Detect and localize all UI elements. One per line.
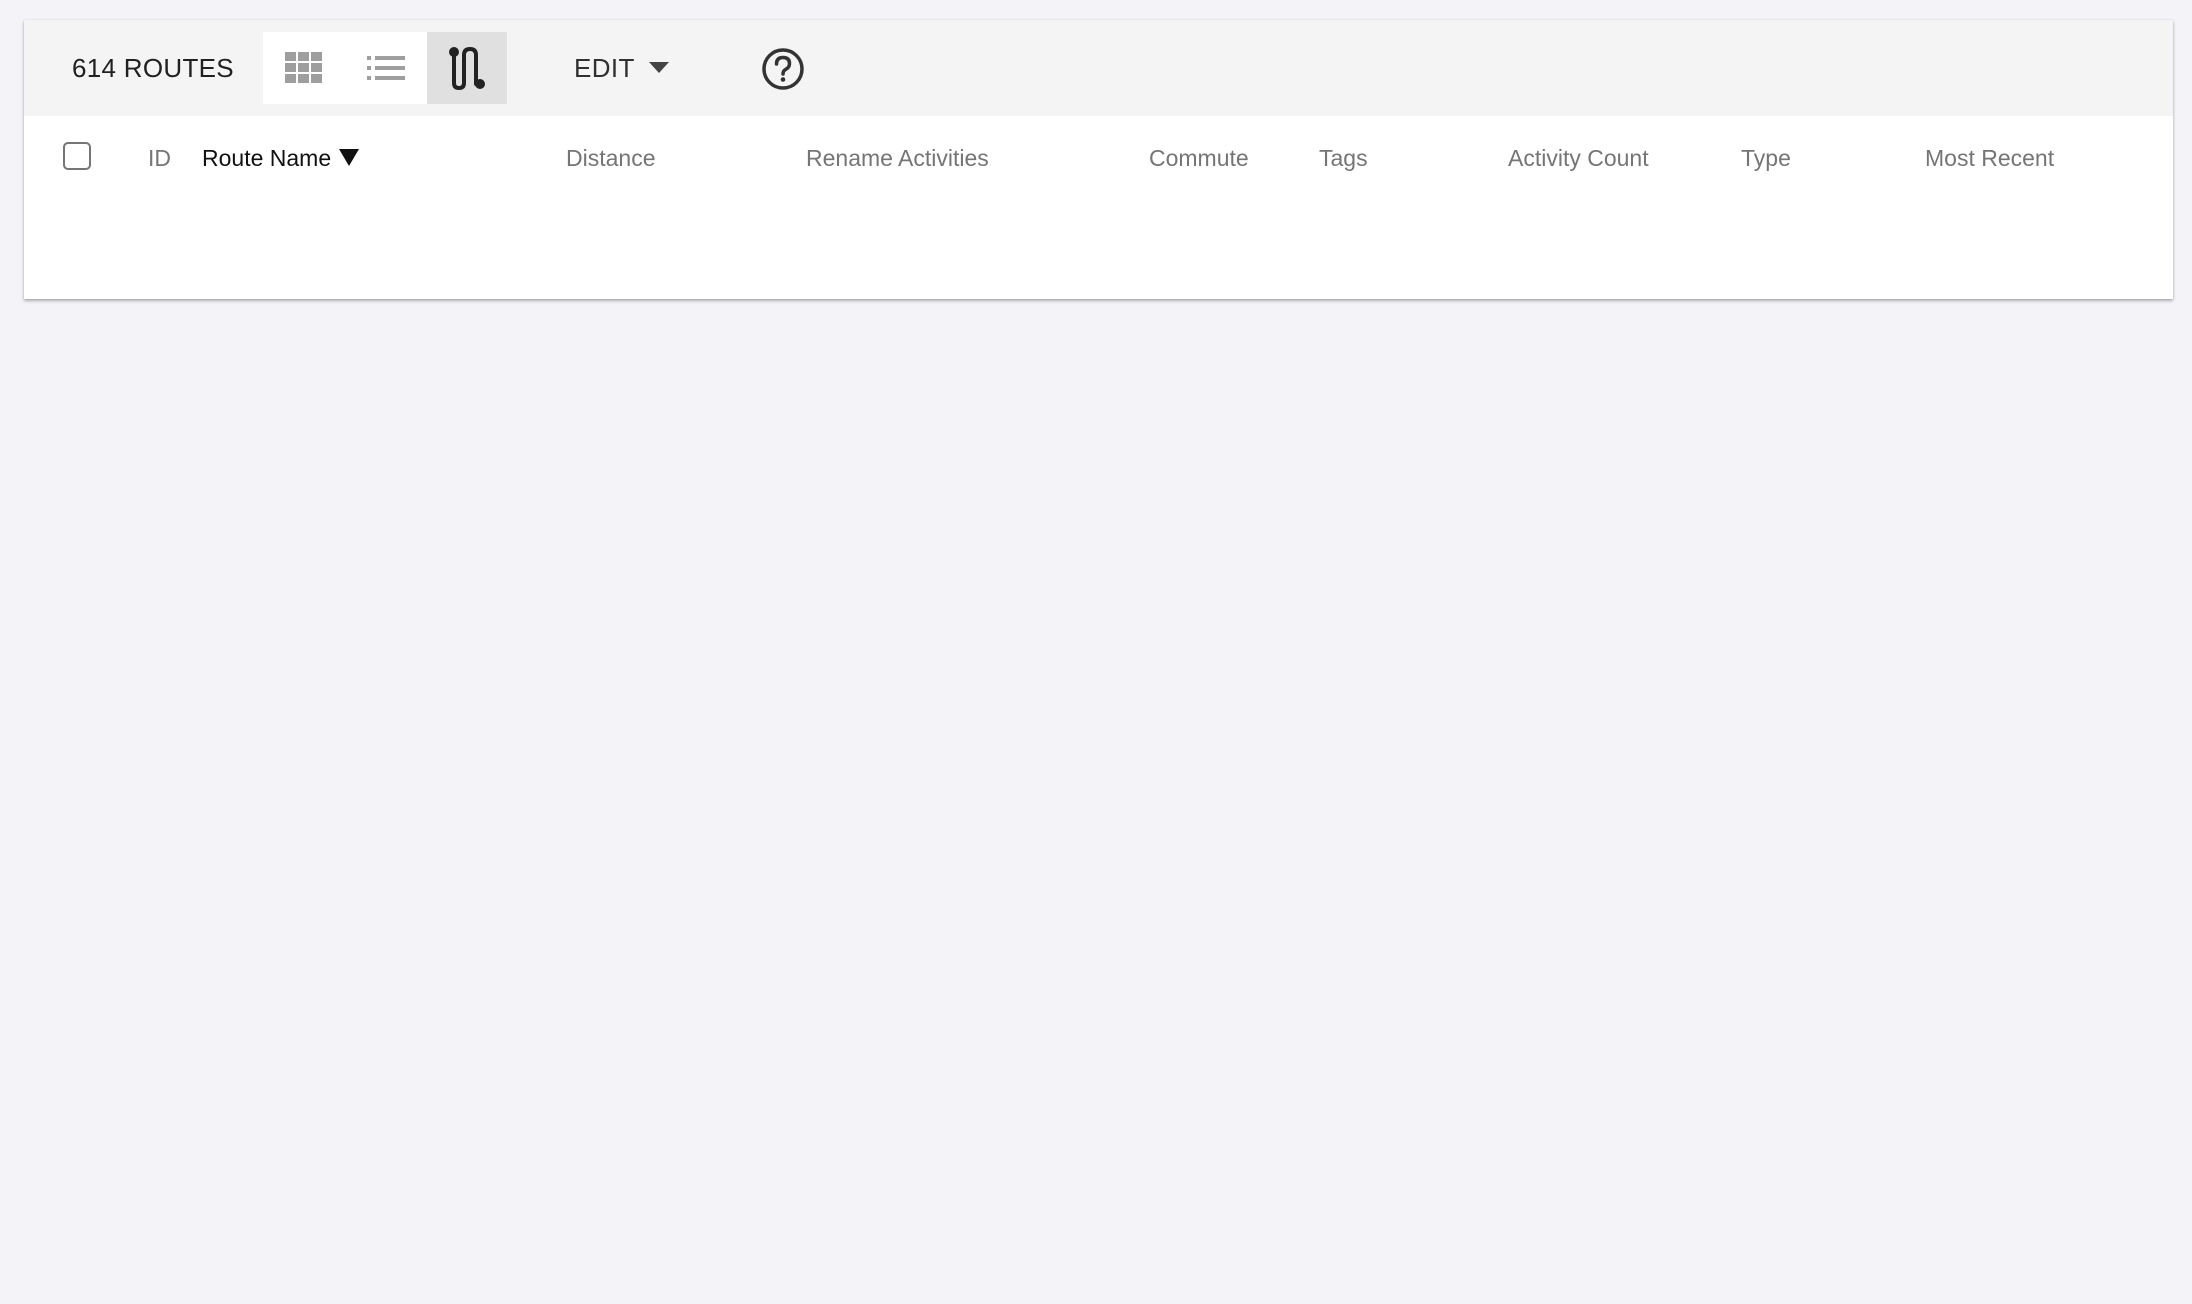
column-header-rename-activities[interactable]: Rename Activities [806, 142, 989, 174]
edit-label: EDIT [574, 52, 635, 83]
routes-toolbar: 614 ROUTES EDIT [24, 20, 2173, 116]
routes-card: 614 ROUTES EDIT ID Route Name Distance R… [24, 20, 2173, 299]
grid-icon [285, 52, 322, 83]
column-header-id[interactable]: ID [148, 142, 171, 174]
sort-down-icon [339, 142, 360, 174]
column-header-tags[interactable]: Tags [1319, 142, 1368, 174]
column-header-most-recent[interactable]: Most Recent [1925, 142, 2054, 174]
list-icon [367, 56, 405, 80]
column-header-route-name[interactable]: Route Name [202, 142, 360, 174]
column-header-route-name-label: Route Name [202, 145, 332, 171]
route-view-button[interactable] [427, 32, 507, 104]
help-button[interactable] [758, 44, 808, 94]
route-icon [449, 47, 485, 90]
column-header-activity-count[interactable]: Activity Count [1508, 142, 1649, 174]
list-view-button[interactable] [345, 32, 427, 104]
view-toggle [263, 32, 507, 104]
caret-down-icon [648, 62, 669, 74]
select-all-checkbox[interactable] [63, 142, 91, 170]
grid-view-button[interactable] [263, 32, 345, 104]
column-header-commute[interactable]: Commute [1149, 142, 1249, 174]
route-count: 614 ROUTES [72, 53, 234, 83]
help-circle-icon [762, 48, 804, 90]
column-header-type[interactable]: Type [1741, 142, 1791, 174]
column-header-distance[interactable]: Distance [566, 142, 655, 174]
edit-menu-button[interactable]: EDIT [574, 50, 669, 86]
table-header-row: ID Route Name Distance Rename Activities… [24, 116, 2173, 200]
